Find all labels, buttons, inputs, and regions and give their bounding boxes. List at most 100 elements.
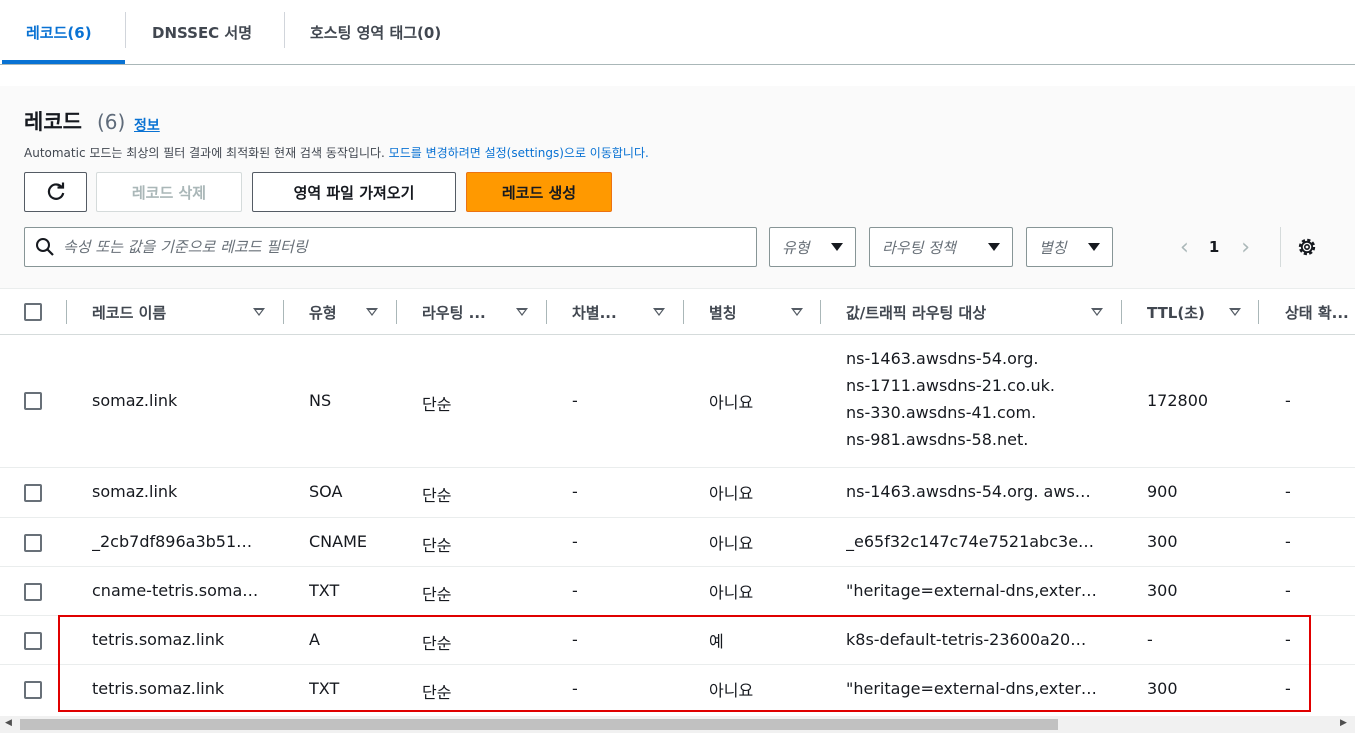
column-divider — [820, 300, 821, 324]
record-value: "heritage=external-dns,exter… — [846, 679, 1097, 698]
row-checkbox[interactable] — [24, 484, 42, 502]
delete-record-button[interactable]: 레코드 삭제 — [96, 172, 242, 212]
record-type: TXT — [309, 679, 340, 698]
row-checkbox[interactable] — [24, 583, 42, 601]
health-check: - — [1285, 630, 1291, 649]
column-label: 별칭 — [709, 303, 737, 322]
health-check: - — [1285, 581, 1291, 600]
table-row[interactable]: somaz.link NS 단순 - 아니요 ns-1463.awsdns-54… — [0, 336, 1355, 468]
next-page-chevron-icon[interactable]: › — [1241, 235, 1250, 260]
row-checkbox[interactable] — [24, 681, 42, 699]
sort-icon[interactable] — [1228, 289, 1242, 335]
previous-page-chevron-icon[interactable]: ‹ — [1180, 235, 1189, 260]
select-all-checkbox[interactable] — [24, 303, 42, 321]
column-header-routing-policy[interactable]: 라우팅 ... — [422, 289, 512, 335]
sort-icon[interactable] — [515, 289, 529, 335]
horizontal-scrollbar[interactable]: ◀ ▶ — [0, 716, 1355, 733]
record-value: k8s-default-tetris-23600a20… — [846, 630, 1087, 649]
description-text: Automatic 모드는 최상의 필터 결과에 최적화된 현재 검색 동작입니… — [24, 146, 389, 160]
table-row[interactable]: tetris.somaz.link A 단순 - 예 k8s-default-t… — [0, 616, 1355, 665]
column-header-record-name[interactable]: 레코드 이름 — [92, 289, 267, 335]
column-label: 차별... — [572, 303, 617, 322]
alias: 예 — [709, 632, 724, 651]
tab-hosted-zone-tags[interactable]: 호스팅 영역 태그(0) — [286, 0, 465, 64]
column-divider — [1258, 300, 1259, 324]
alias: 아니요 — [709, 534, 754, 553]
caret-down-icon — [831, 243, 843, 251]
sort-icon[interactable] — [252, 289, 266, 335]
search-mode-description: Automatic 모드는 최상의 필터 결과에 최적화된 현재 검색 동작입니… — [24, 144, 649, 161]
type-filter-dropdown[interactable]: 유형 — [769, 227, 856, 267]
column-header-differentiator[interactable]: 차별... — [572, 289, 642, 335]
pagination-divider — [1280, 227, 1281, 267]
alias-filter-dropdown[interactable]: 별칭 — [1026, 227, 1113, 267]
routing-policy: 단순 — [422, 486, 452, 505]
column-header-alias[interactable]: 별칭 — [709, 289, 769, 335]
record-value-line: ns-330.awsdns-41.com. — [846, 403, 1037, 422]
column-header-ttl[interactable]: TTL(초) — [1147, 289, 1217, 335]
column-header-value-target[interactable]: 값/트래픽 라우팅 대상 — [846, 289, 1066, 335]
record-count: (6) — [97, 110, 126, 134]
routing-filter-label: 라우팅 정책 — [882, 238, 956, 257]
differentiator: - — [572, 482, 578, 501]
alias-filter-label: 별칭 — [1039, 238, 1067, 257]
routing-policy: 단순 — [422, 536, 452, 555]
current-page-number[interactable]: 1 — [1209, 238, 1219, 256]
row-checkbox[interactable] — [24, 392, 42, 410]
column-header-type[interactable]: 유형 — [309, 289, 359, 335]
record-value-line: ns-981.awsdns-58.net. — [846, 430, 1029, 449]
table-row[interactable]: _2cb7df896a3b51… CNAME 단순 - 아니요 _e65f32c… — [0, 518, 1355, 567]
ttl: 300 — [1147, 532, 1178, 551]
create-record-button[interactable]: 레코드 생성 — [466, 172, 612, 212]
alias: 아니요 — [709, 393, 754, 412]
active-tab-indicator — [2, 60, 125, 64]
record-name: tetris.somaz.link — [92, 630, 225, 649]
record-value-line: ns-1463.awsdns-54.org. — [846, 349, 1039, 368]
record-name: cname-tetris.soma… — [92, 581, 259, 600]
column-label: 레코드 이름 — [92, 303, 167, 322]
routing-policy: 단순 — [422, 634, 452, 653]
record-filter-search[interactable] — [24, 227, 757, 267]
settings-link[interactable]: 모드를 변경하려면 설정(settings)으로 이동합니다. — [389, 146, 649, 160]
sort-icon[interactable] — [365, 289, 379, 335]
column-divider — [396, 300, 397, 324]
records-table-header: 레코드 이름 유형 라우팅 ... 차별... 별칭 값/트래픽 라우팅 대상 … — [0, 288, 1355, 335]
routing-policy-filter-dropdown[interactable]: 라우팅 정책 — [869, 227, 1013, 267]
health-check: - — [1285, 532, 1291, 551]
column-header-health-check[interactable]: 상태 확... — [1285, 289, 1355, 335]
type-filter-label: 유형 — [782, 238, 810, 257]
sort-icon[interactable] — [652, 289, 666, 335]
sort-icon[interactable] — [1090, 289, 1104, 335]
tab-dnssec[interactable]: DNSSEC 서명 — [128, 0, 276, 64]
column-divider — [283, 300, 284, 324]
table-row[interactable]: cname-tetris.soma… TXT 단순 - 아니요 "heritag… — [0, 567, 1355, 616]
routing-policy: 단순 — [422, 585, 452, 604]
table-row[interactable]: somaz.link SOA 단순 - 아니요 ns-1463.awsdns-5… — [0, 468, 1355, 518]
row-checkbox[interactable] — [24, 534, 42, 552]
scroll-left-icon[interactable]: ◀ — [5, 718, 12, 728]
differentiator: - — [572, 532, 578, 551]
search-input[interactable] — [63, 238, 743, 256]
record-value: "heritage=external-dns,exter… — [846, 581, 1097, 600]
table-row[interactable]: tetris.somaz.link TXT 단순 - 아니요 "heritage… — [0, 665, 1355, 714]
record-type: A — [309, 630, 320, 649]
health-check: - — [1285, 391, 1291, 410]
refresh-button[interactable] — [24, 172, 87, 212]
scroll-right-icon[interactable]: ▶ — [1340, 718, 1347, 728]
record-type: SOA — [309, 482, 343, 501]
column-divider — [546, 300, 547, 324]
sort-icon[interactable] — [790, 289, 804, 335]
scrollbar-thumb[interactable] — [20, 719, 1058, 730]
gear-icon[interactable] — [1295, 235, 1319, 259]
differentiator: - — [572, 391, 578, 410]
health-check: - — [1285, 679, 1291, 698]
import-zone-file-button[interactable]: 영역 파일 가져오기 — [252, 172, 456, 212]
row-checkbox[interactable] — [24, 632, 42, 650]
column-label: TTL(초) — [1147, 303, 1205, 322]
record-value-line: ns-1711.awsdns-21.co.uk. — [846, 376, 1056, 395]
tab-records[interactable]: 레코드(6) — [2, 0, 116, 64]
info-link[interactable]: 정보 — [134, 115, 160, 135]
alias: 아니요 — [709, 681, 754, 700]
health-check: - — [1285, 482, 1291, 501]
column-divider — [66, 300, 67, 324]
